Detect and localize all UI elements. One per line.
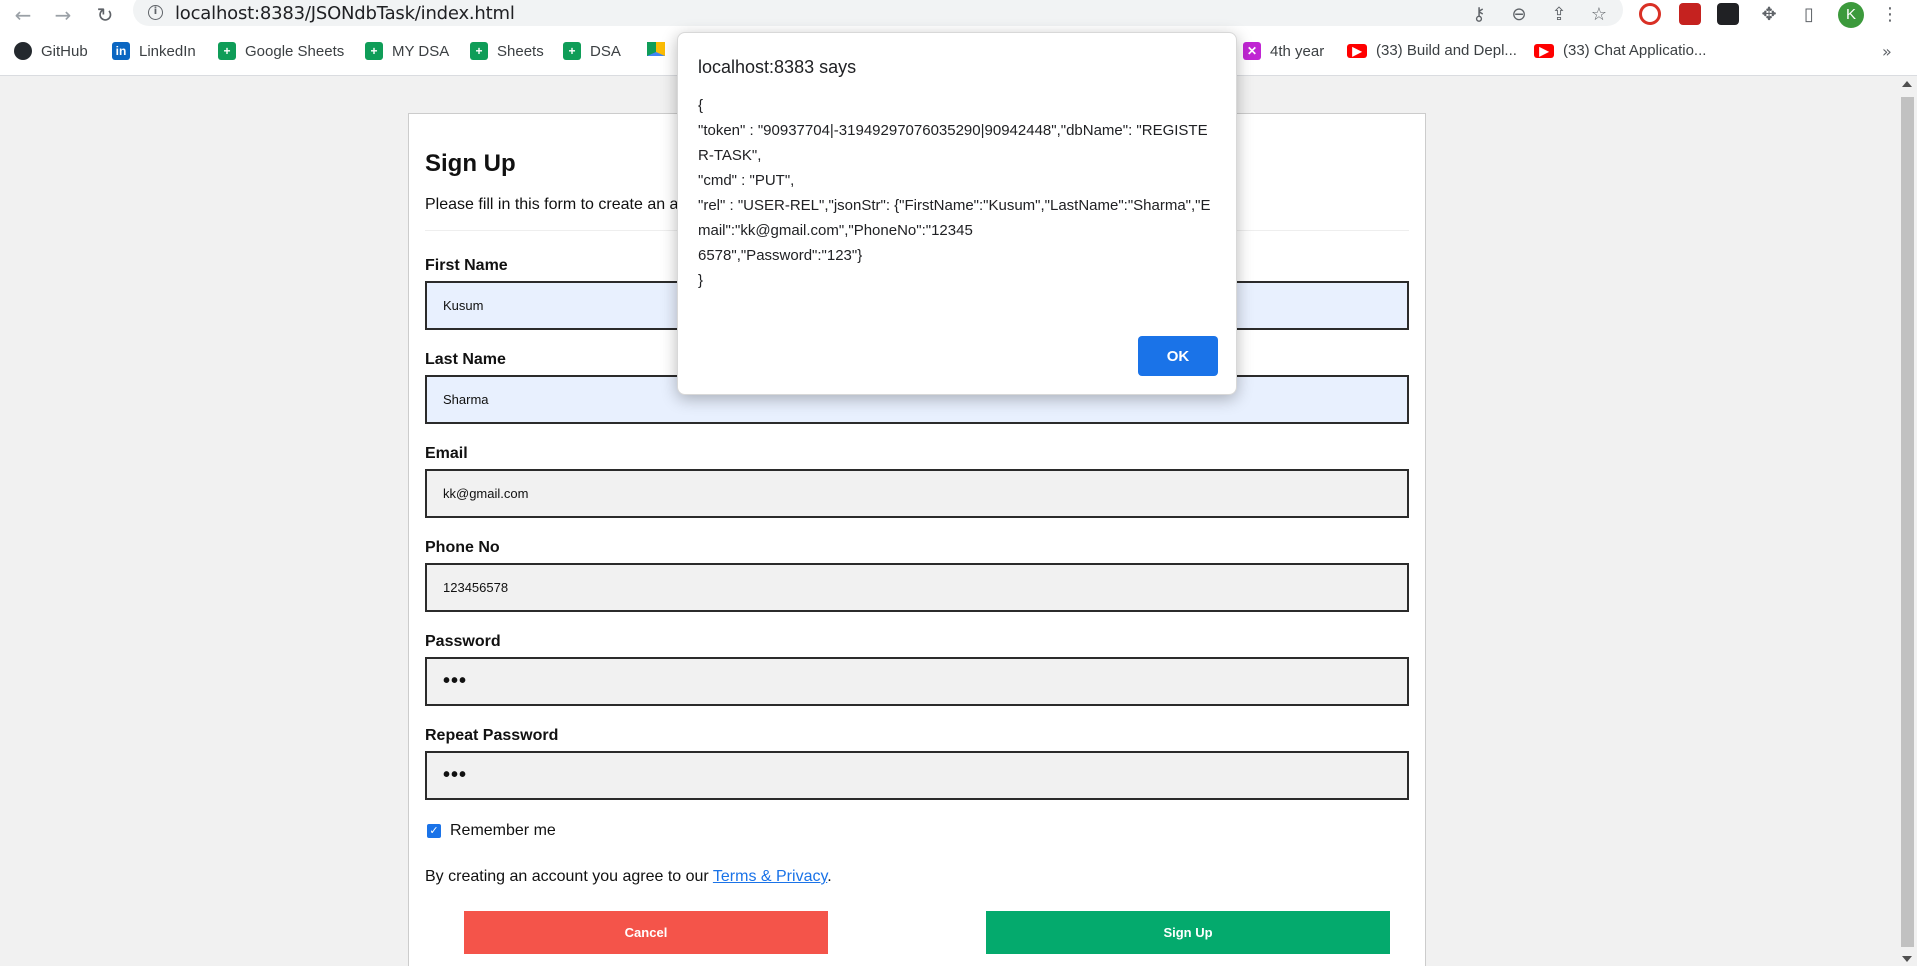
- site-info-icon[interactable]: i: [148, 5, 163, 20]
- terms-suffix: .: [827, 868, 832, 885]
- bookmark-linkedin[interactable]: in LinkedIn: [112, 42, 196, 60]
- bookmark-4th-year[interactable]: ✕ 4th year: [1243, 42, 1324, 60]
- scroll-down-icon[interactable]: [1902, 956, 1912, 962]
- bookmark-label: (33) Build and Depl...: [1376, 42, 1517, 59]
- bookmark-label: Google Sheets: [245, 42, 345, 60]
- email-field[interactable]: kk@gmail.com: [425, 469, 1409, 518]
- bookmark-label: (33) Chat Applicatio...: [1563, 42, 1707, 59]
- terms-text: By creating an account you agree to our …: [425, 868, 832, 886]
- key-icon[interactable]: ⚷: [1467, 2, 1491, 26]
- signup-button[interactable]: Sign Up: [986, 911, 1390, 954]
- linkedin-icon: in: [112, 42, 130, 60]
- side-panel-icon[interactable]: ▯: [1797, 2, 1821, 26]
- scroll-thumb[interactable]: [1901, 97, 1914, 947]
- lh-extension-icon[interactable]: [1717, 3, 1739, 25]
- phone-field[interactable]: 123456578: [425, 563, 1409, 612]
- repeat-password-field[interactable]: •••: [425, 751, 1409, 800]
- bookmark-my-dsa[interactable]: + MY DSA: [365, 42, 449, 60]
- zoom-out-icon[interactable]: ⊖: [1507, 2, 1531, 26]
- remember-me[interactable]: ✓ Remember me: [427, 822, 556, 840]
- bookmark-google-drive[interactable]: [647, 42, 674, 56]
- bookmark-label: 4th year: [1270, 42, 1325, 60]
- page-title: Sign Up: [425, 150, 516, 177]
- sheets-icon: +: [470, 42, 488, 60]
- page-scrollbar[interactable]: [1898, 77, 1917, 966]
- phone-label: Phone No: [425, 539, 500, 556]
- bookmark-sheets[interactable]: + Sheets: [470, 42, 544, 60]
- alert-dialog: localhost:8383 says { "token" : "9093770…: [677, 32, 1237, 395]
- email-label: Email: [425, 445, 468, 462]
- bookmark-github[interactable]: GitHub: [14, 42, 88, 60]
- remember-checkbox[interactable]: ✓: [427, 824, 441, 838]
- bookmark-label: DSA: [590, 42, 621, 60]
- grid-icon: ✕: [1243, 42, 1261, 60]
- last-name-label: Last Name: [425, 351, 506, 368]
- forward-icon[interactable]: →: [50, 2, 76, 28]
- password-label: Password: [425, 633, 501, 650]
- sheets-icon: +: [218, 42, 236, 60]
- bookmark-star-icon[interactable]: ☆: [1587, 2, 1611, 26]
- bookmark-label: MY DSA: [392, 42, 450, 60]
- terms-prefix: By creating an account you agree to our: [425, 868, 713, 885]
- menu-kebab-icon[interactable]: ⋮: [1878, 2, 1902, 26]
- youtube-icon: ▶: [1534, 43, 1554, 58]
- google-drive-icon: [647, 42, 665, 56]
- ok-button[interactable]: OK: [1138, 336, 1218, 376]
- scroll-up-icon[interactable]: [1902, 81, 1912, 87]
- repeat-password-label: Repeat Password: [425, 727, 559, 744]
- bookmark-dsa[interactable]: + DSA: [563, 42, 621, 60]
- youtube-icon: ▶: [1347, 43, 1367, 58]
- terms-privacy-link[interactable]: Terms & Privacy: [713, 868, 827, 885]
- bookmark-label: LinkedIn: [139, 42, 196, 60]
- sheets-icon: +: [365, 42, 383, 60]
- share-icon[interactable]: ⇪: [1547, 2, 1571, 26]
- block-extension-icon[interactable]: [1639, 3, 1661, 25]
- bookmark-google-sheets[interactable]: + Google Sheets: [218, 42, 344, 60]
- dialog-title: localhost:8383 says: [698, 57, 857, 77]
- more-bookmarks-icon[interactable]: »: [1882, 42, 1892, 61]
- bookmark-label: Sheets: [497, 42, 544, 60]
- bookmark-youtube-build[interactable]: ▶ (33) Build and Depl...: [1347, 42, 1517, 59]
- remember-label: Remember me: [450, 822, 556, 839]
- url-text[interactable]: localhost:8383/JSONdbTask/index.html: [175, 3, 515, 24]
- reload-icon[interactable]: ↻: [92, 2, 118, 28]
- media-extension-icon[interactable]: [1679, 3, 1701, 25]
- bookmark-youtube-chat[interactable]: ▶ (33) Chat Applicatio...: [1534, 42, 1706, 59]
- extensions-puzzle-icon[interactable]: ✥: [1757, 2, 1781, 26]
- bookmark-label: GitHub: [41, 42, 88, 60]
- sheets-icon: +: [563, 42, 581, 60]
- password-field[interactable]: •••: [425, 657, 1409, 706]
- form-subtitle: Please fill in this form to create an a: [425, 196, 679, 213]
- cancel-button[interactable]: Cancel: [464, 911, 828, 954]
- back-icon[interactable]: ←: [10, 2, 36, 28]
- dialog-message: { "token" : "90937704|-31949297076035290…: [698, 97, 1211, 289]
- github-icon: [14, 42, 32, 60]
- first-name-label: First Name: [425, 257, 508, 274]
- profile-avatar[interactable]: K: [1838, 2, 1864, 28]
